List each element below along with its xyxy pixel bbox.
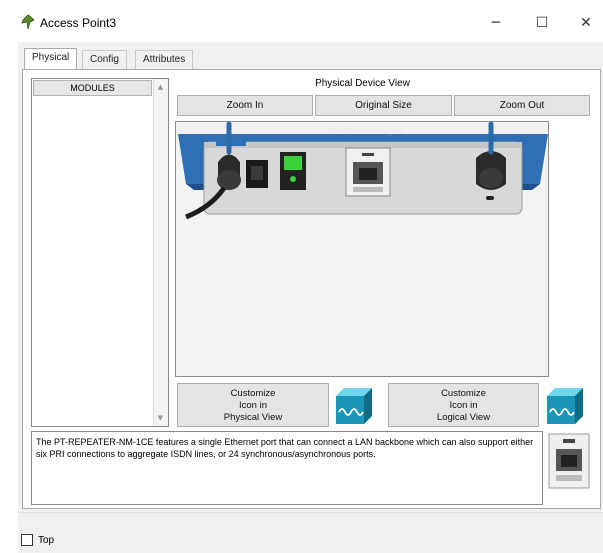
minimize-button[interactable]: ─ xyxy=(476,10,516,36)
modules-list[interactable] xyxy=(31,78,169,427)
customize-logical-line3: Logical View xyxy=(436,412,491,423)
module-thumbnail-icon xyxy=(548,433,590,489)
modules-scrollbar[interactable] xyxy=(153,79,168,426)
tab-config[interactable]: Config xyxy=(82,50,127,69)
hub-logical-icon xyxy=(547,388,583,424)
modules-header: MODULES xyxy=(33,80,152,96)
footer-divider xyxy=(18,512,603,513)
tab-physical[interactable]: Physical xyxy=(24,48,78,70)
close-button[interactable]: ✕ xyxy=(566,10,603,36)
scroll-up-icon[interactable]: ▲ xyxy=(153,80,168,94)
module-description: The PT-REPEATER-NM-1CE features a single… xyxy=(31,431,543,505)
zoom-in-button[interactable]: Zoom In xyxy=(177,95,313,116)
scroll-down-icon[interactable]: ▼ xyxy=(153,411,168,425)
window-title: Access Point3 xyxy=(40,16,117,30)
customize-physical-icon-button[interactable]: Customize Icon in Physical View xyxy=(177,383,329,427)
hub-physical-icon xyxy=(336,388,372,424)
physical-device-view-label: Physical Device View xyxy=(315,78,410,89)
customize-physical-line1: Customize xyxy=(230,388,276,399)
top-checkbox-label: Top xyxy=(38,535,55,546)
device-brand-text: Packet Tracer Accesspoint xyxy=(328,129,404,135)
tab-attributes[interactable]: Attributes xyxy=(135,50,194,69)
customize-physical-line3: Physical View xyxy=(223,412,283,423)
customize-logical-line2: Icon in xyxy=(449,400,478,411)
maximize-button[interactable]: ☐ xyxy=(522,10,562,36)
app-icon xyxy=(21,14,35,30)
original-size-button[interactable]: Original Size xyxy=(315,95,452,116)
device-view-canvas[interactable]: Packet Tracer Accesspoint xyxy=(175,121,549,377)
customize-logical-icon-button[interactable]: Customize Icon in Logical View xyxy=(388,383,539,427)
customize-physical-line2: Icon in xyxy=(239,400,267,411)
customize-logical-line1: Customize xyxy=(441,388,486,399)
zoom-out-button[interactable]: Zoom Out xyxy=(454,95,590,116)
access-point-device: Packet Tracer Accesspoint xyxy=(178,122,548,220)
top-checkbox[interactable] xyxy=(21,534,33,546)
